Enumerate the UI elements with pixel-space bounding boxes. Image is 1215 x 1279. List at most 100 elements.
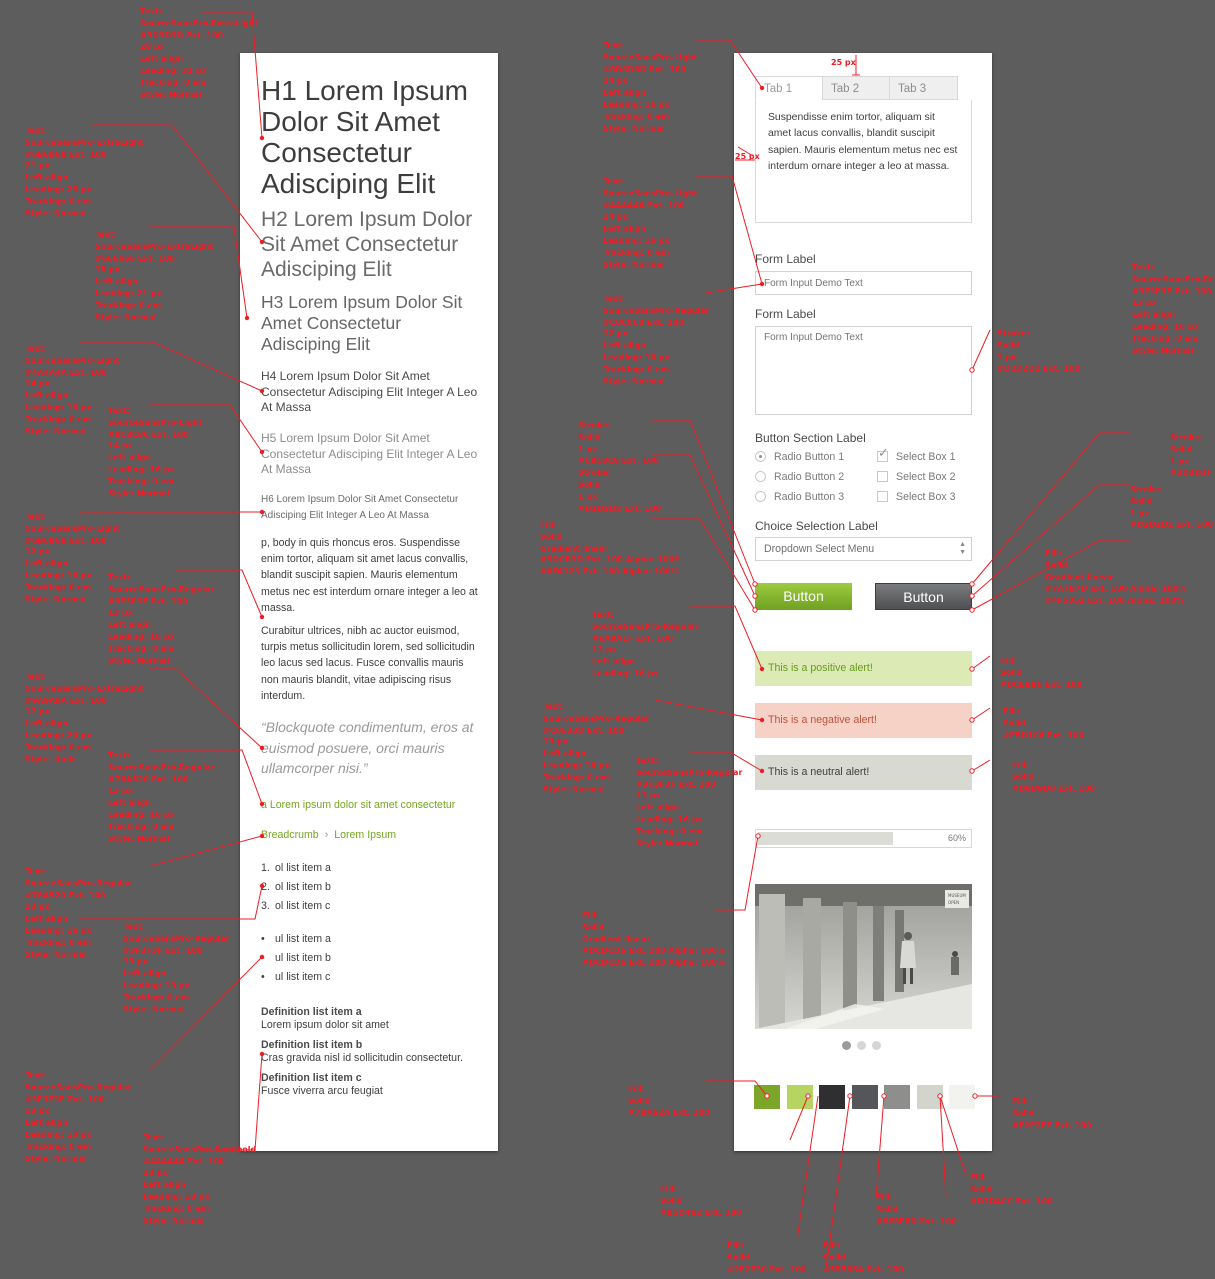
carousel-dot-active[interactable] bbox=[842, 1041, 851, 1050]
components-panel: Tab 1 Tab 2 Tab 3 Suspendisse enim torto… bbox=[734, 53, 992, 1151]
checkbox-2[interactable]: Select Box 2 bbox=[877, 470, 955, 484]
dropdown-value: Dropdown Select Menu bbox=[764, 543, 875, 555]
checkbox-1[interactable]: Select Box 1 bbox=[877, 446, 956, 464]
secondary-button[interactable]: Button bbox=[875, 583, 972, 610]
list-number: 3. bbox=[261, 900, 270, 912]
carousel-dot[interactable] bbox=[872, 1041, 881, 1050]
alert-positive: This is a positive alert! bbox=[755, 651, 972, 686]
form-label: Form Label bbox=[755, 307, 816, 321]
checkbox-3[interactable]: Select Box 3 bbox=[877, 490, 955, 504]
bullet-icon: • bbox=[261, 933, 265, 945]
definition-description: Fusce viverra arcu feugiat bbox=[261, 1085, 383, 1097]
breadcrumb-item-1[interactable]: Breadcrumb bbox=[261, 829, 319, 841]
tab-3[interactable]: Tab 3 bbox=[889, 76, 958, 100]
color-swatch-1 bbox=[754, 1085, 780, 1109]
spec-note-h1: Text: SourceSansPro-ExtraLight #3D3D3D E… bbox=[140, 7, 259, 99]
spec-note-grey-fill: Fill: Solid Gradient linear #7A7B7D Ext.… bbox=[1045, 549, 1187, 606]
color-swatch-6 bbox=[916, 1085, 943, 1109]
carousel-dot[interactable] bbox=[857, 1041, 866, 1050]
heading-5: H5 Lorem Ipsum Dolor Sit Amet Consectetu… bbox=[261, 431, 478, 476]
radio-button-1[interactable]: Radio Button 1 bbox=[755, 450, 844, 464]
primary-button[interactable]: Button bbox=[755, 583, 852, 610]
spec-note-paragraph: Text: SourceSansPro-Regular #3F3F3F Ext.… bbox=[108, 573, 215, 665]
spec-note-h5: Text: SourceSansPro-Light #8C8C8C Ext. 1… bbox=[108, 406, 203, 498]
dropdown-select[interactable]: Dropdown Select Menu ▲ ▼ bbox=[755, 537, 972, 561]
list-item-text: ul list item c bbox=[275, 971, 331, 983]
spec-note-h4: Text: SourceSansPro-Light #4A4A4A Ext. 1… bbox=[25, 344, 120, 436]
spec-note-input: Text: SourceSansPro-Regular #C0C0C0 Ext.… bbox=[603, 294, 710, 386]
definition-list: Definition list item a Lorem ipsum dolor… bbox=[261, 1006, 481, 1105]
definition-description: Cras gravida nisl id sollicitudin consec… bbox=[261, 1052, 463, 1064]
radio-button-2[interactable]: Radio Button 2 bbox=[755, 470, 844, 484]
progress-bar: 60% bbox=[755, 829, 972, 848]
spec-note-fill-neutral: Fill: Solid #D8D9D0 Ext. 100 bbox=[1012, 760, 1096, 793]
list-item: • ul list item c bbox=[261, 970, 481, 989]
list-item-text: ul list item b bbox=[275, 952, 331, 964]
spec-note-progress-fill: Fill: Solid Gradient linear #DCDCD6 Ext.… bbox=[582, 911, 725, 968]
alert-negative: This is a negative alert! bbox=[755, 703, 972, 738]
heading-4: H4 Lorem Ipsum Dolor Sit Amet Consectetu… bbox=[261, 369, 478, 414]
color-swatch-3 bbox=[819, 1085, 845, 1109]
list-number: 2. bbox=[261, 881, 270, 893]
checkbox-icon bbox=[877, 491, 888, 502]
body-paragraph-1: p, body in quis rhoncus eros. Suspendiss… bbox=[261, 537, 478, 614]
spacing-annotation: 25 px bbox=[831, 58, 856, 67]
bullet-icon: • bbox=[261, 952, 265, 964]
spec-note-h3: Text: SourceSansPro-ExtraLight #666666 E… bbox=[95, 230, 214, 322]
checkbox-label: Select Box 1 bbox=[896, 451, 956, 463]
spec-note-swatch-3: Fill: Solid #2F2E30 Ext. 100 bbox=[727, 1241, 807, 1274]
spec-note-fill-negative: Fill: Solid #F5D1C6 Ext. 100 bbox=[1003, 707, 1085, 740]
spec-note-label: Text: SourceSansPro-Light #4A4A4A Ext. 1… bbox=[603, 177, 698, 269]
spec-note-tab-body: Text: SourceSansPro-Regular #3F3F3F Ext.… bbox=[1132, 263, 1215, 355]
color-swatch-2 bbox=[786, 1085, 813, 1109]
spec-note-alert-positive-text: Text: SourceSansPro-Regular #6A9A1F Ext.… bbox=[592, 610, 699, 678]
spec-note-link: Text: SourceSansPro-Regular #76A520 Ext.… bbox=[108, 751, 215, 843]
list-item-text: ol list item c bbox=[275, 900, 331, 912]
list-item-text: ol list item b bbox=[275, 881, 331, 893]
spec-note-input-stroke: Stroke: Solid 1 px #D2D2D2 Ext. 100 bbox=[997, 329, 1081, 374]
definition-term: Definition list item a bbox=[261, 1006, 362, 1018]
form-input[interactable] bbox=[755, 271, 972, 295]
ordered-list: 1. ol list item a 2. ol list item b 3. ol l… bbox=[261, 861, 481, 918]
photo-arcade-street: MUSEUM OPEN bbox=[755, 884, 972, 1029]
spec-note-option-strokes: Stroke: Solid 1 px #C8C8C8 Ext. 100 Stro… bbox=[578, 421, 662, 513]
button-section-label: Button Section Label bbox=[755, 431, 866, 445]
alert-neutral: This is a neutral alert! bbox=[755, 755, 972, 790]
tab-2[interactable]: Tab 2 bbox=[822, 76, 890, 100]
spec-note-grey-stroke-2: Stroke: Solid 1 px #D2D2D2 Ext. 100 bbox=[1130, 485, 1214, 530]
radio-icon bbox=[755, 491, 766, 502]
unordered-list: • ul list item a • ul list item b • ul list… bbox=[261, 932, 481, 989]
breadcrumb-separator: › bbox=[324, 829, 329, 841]
heading-2: H2 Lorem Ipsum Dolor Sit Amet Consectetu… bbox=[261, 208, 473, 281]
heading-3: H3 Lorem Ipsum Dolor Sit Amet Consectetu… bbox=[261, 292, 463, 354]
up-down-arrows-icon: ▲ ▼ bbox=[959, 541, 966, 556]
spec-note-alert-neutral-text: Text: SourceSansPro-Regular #3F3F3F Ext.… bbox=[636, 756, 743, 848]
spec-note-definition-term: Text: SourceSansPro-Semibold #4A4A4A Ext… bbox=[143, 1133, 257, 1225]
radio-label: Radio Button 3 bbox=[774, 491, 845, 503]
radio-label: Radio Button 1 bbox=[774, 451, 845, 463]
form-textarea[interactable] bbox=[755, 326, 972, 415]
spec-note-grey-stroke: Stroke: Solid 1 px #3D3D3F Ext. 100 bbox=[1170, 433, 1215, 478]
radio-icon bbox=[755, 471, 766, 482]
definition-term: Definition list item b bbox=[261, 1039, 363, 1051]
radio-label: Radio Button 2 bbox=[774, 471, 845, 483]
list-item: • ul list item b bbox=[261, 951, 481, 970]
bullet-icon: • bbox=[261, 971, 265, 983]
list-number: 1. bbox=[261, 862, 270, 874]
choice-selection-label: Choice Selection Label bbox=[755, 519, 878, 533]
form-label: Form Label bbox=[755, 252, 816, 266]
checkbox-label: Select Box 3 bbox=[896, 491, 956, 503]
spec-note-swatch-4: Fill: Solid #55565A Ext. 100 bbox=[823, 1241, 904, 1274]
carousel-image[interactable]: MUSEUM OPEN bbox=[755, 884, 972, 1029]
body-paragraph-2: Curabitur ultrices, nibh ac auctor euism… bbox=[261, 625, 475, 702]
radio-button-3[interactable]: Radio Button 3 bbox=[755, 490, 844, 504]
spec-note-alert-negative-text: Text: SourceSansPro-Regular #C0533D Ext.… bbox=[543, 702, 650, 794]
color-swatch-5 bbox=[884, 1085, 910, 1109]
breadcrumb-item-2[interactable]: Lorem Ipsum bbox=[334, 829, 396, 841]
heading-1: H1 Lorem Ipsum Dolor Sit Amet Consectetu… bbox=[261, 75, 468, 199]
carousel-dots bbox=[842, 1037, 887, 1055]
spec-note-swatch-7: Fill: Solid #F2F2EE Ext. 100 bbox=[1012, 1097, 1092, 1130]
typography-panel: H1 Lorem Ipsum Dolor Sit Amet Consectetu… bbox=[240, 53, 498, 1151]
tab-1[interactable]: Tab 1 bbox=[755, 76, 823, 100]
text-link[interactable]: a Lorem ipsum dolor sit amet consectetur bbox=[261, 799, 481, 811]
